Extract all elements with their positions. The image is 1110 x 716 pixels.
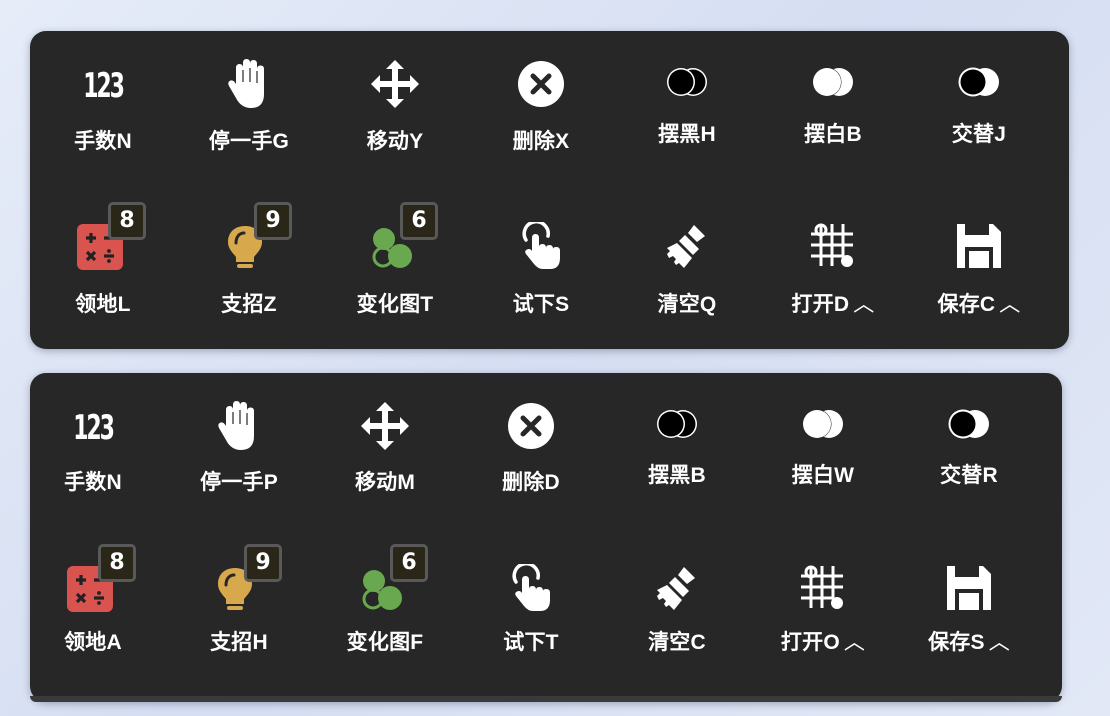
open-label: 打开O ︿ <box>750 626 896 656</box>
territory-badge: 8 <box>108 202 146 240</box>
clear-label: 清空C <box>648 631 706 654</box>
variation-button[interactable]: 6 变化图T <box>322 31 468 316</box>
hint-label: 支招Z <box>221 293 277 316</box>
clear-button[interactable]: 清空Q <box>614 31 760 316</box>
territory-button[interactable]: 8 领地A <box>20 373 166 654</box>
territory-button[interactable]: 8 领地L <box>30 31 176 316</box>
save-button[interactable]: 保存C ︿ <box>906 31 1052 316</box>
clear-label: 清空Q <box>657 293 717 316</box>
variation-label: 变化图T <box>356 293 434 316</box>
try-button[interactable]: 试下S <box>468 31 614 316</box>
territory-label: 领地A <box>64 631 122 654</box>
territory-badge: 8 <box>98 544 136 582</box>
chevron-up-icon[interactable]: ︿ <box>999 288 1020 318</box>
save-icon <box>950 219 1008 271</box>
board-grid-icon <box>804 219 862 271</box>
territory-label: 领地L <box>75 293 131 316</box>
toolbar-panel-1: 123 手数N 停一手G 移动Y 删除X 摆黑H 摆白B 交替J 8 领地L 9… <box>30 31 1069 349</box>
chevron-up-icon[interactable]: ︿ <box>844 626 865 656</box>
board-grid-icon <box>794 561 852 613</box>
save-icon <box>940 561 998 613</box>
hint-badge: 9 <box>254 202 292 240</box>
open-label: 打开D ︿ <box>760 288 906 318</box>
variation-button[interactable]: 6 变化图F <box>312 373 458 654</box>
chevron-up-icon[interactable]: ︿ <box>989 626 1010 656</box>
try-button[interactable]: 试下T <box>458 373 604 654</box>
broom-icon <box>648 561 706 613</box>
open-button[interactable]: 打开D ︿ <box>760 31 906 316</box>
clear-button[interactable]: 清空C <box>604 373 750 654</box>
broom-icon <box>658 219 716 271</box>
save-button[interactable]: 保存S ︿ <box>896 373 1042 654</box>
save-label: 保存S ︿ <box>896 626 1042 656</box>
chevron-up-icon[interactable]: ︿ <box>853 288 874 318</box>
toolbar-panel-2: 123 手数N 停一手P 移动M 删除D 摆黑B 摆白W 交替R 8 领地A 9… <box>30 373 1062 702</box>
tap-hand-icon <box>502 561 560 613</box>
try-label: 试下S <box>512 293 570 316</box>
variation-label: 变化图F <box>346 631 424 654</box>
variation-badge: 6 <box>400 202 438 240</box>
hint-label: 支招H <box>210 631 268 654</box>
hint-button[interactable]: 9 支招Z <box>176 31 322 316</box>
hint-badge: 9 <box>244 544 282 582</box>
tap-hand-icon <box>512 219 570 271</box>
save-label: 保存C ︿ <box>906 288 1052 318</box>
hint-button[interactable]: 9 支招H <box>166 373 312 654</box>
try-label: 试下T <box>503 631 559 654</box>
variation-badge: 6 <box>390 544 428 582</box>
open-button[interactable]: 打开O ︿ <box>750 373 896 654</box>
